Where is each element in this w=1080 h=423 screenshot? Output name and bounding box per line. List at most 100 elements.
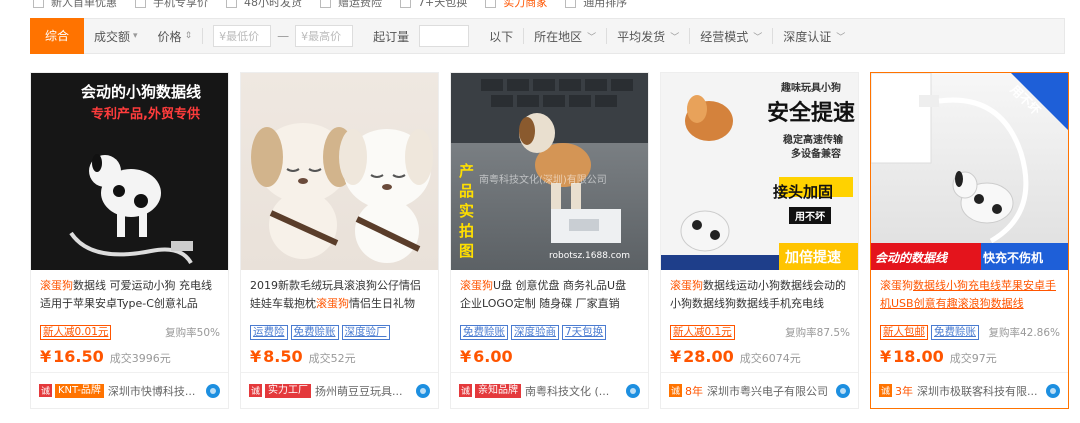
product-title[interactable]: 滚蛋狗数据线 可爱运动小狗 充电线适用于苹果安卓Type-C创意礼品: [31, 270, 228, 320]
product-title[interactable]: 2019新款毛绒玩具滚浪狗公仔情侣娃娃车载抱枕滚蛋狗情侣生日礼物: [241, 270, 438, 320]
filter-checkbox[interactable]: 赠运费险: [320, 0, 382, 10]
price-row: ¥16.50 成交3996元: [31, 340, 228, 366]
region-dropdown[interactable]: 所在地区 ﹀: [524, 19, 606, 53]
chevron-down-icon: ﹀: [753, 32, 763, 43]
tag-row: 新人减0.01元 复购率50%: [31, 320, 228, 340]
product-title[interactable]: 滚蛋狗U盘 创意优盘 商务礼品U盘 企业LOGO定制 随身碟 厂家直销: [451, 270, 648, 320]
chat-icon[interactable]: [206, 383, 220, 398]
repurchase-rate: 复购率50%: [165, 326, 220, 339]
checkbox-icon[interactable]: [320, 0, 331, 8]
checkbox-icon[interactable]: [135, 0, 146, 8]
sort-sales-label: 成交额: [94, 29, 131, 44]
moq-input[interactable]: [419, 25, 470, 47]
max-price-input[interactable]: ¥最高价: [295, 25, 354, 47]
image-headline: 安全提速: [767, 101, 856, 126]
chat-icon[interactable]: [416, 383, 430, 398]
repurchase-rate: 复购率42.86%: [988, 326, 1060, 339]
seller-name[interactable]: 扬州萌豆豆玩具...: [315, 383, 412, 399]
service-tag[interactable]: 免费赊账: [290, 324, 339, 340]
currency-symbol: ¥: [40, 347, 52, 366]
filter-checkbox[interactable]: 手机专享价: [135, 0, 208, 10]
promo-tag[interactable]: 新人减0.1元: [670, 324, 735, 340]
image-line1: 稳定高速传输: [783, 135, 843, 146]
brand-badge: KNT-品牌: [55, 383, 104, 398]
shipping-dropdown[interactable]: 平均发货 ﹀: [607, 19, 689, 53]
filter-checkbox[interactable]: 7+天包换: [400, 0, 467, 10]
image-mid-text: 接头加固: [773, 183, 834, 201]
product-card[interactable]: 会动的小狗数据线 专利产品,外贸专供 滚蛋狗数据线 可爱运动小狗 充电线适用于苹…: [30, 72, 229, 409]
filter-checkbox[interactable]: 48小时发货: [226, 0, 302, 10]
business-mode-dropdown[interactable]: 经营模式 ﹀: [690, 19, 772, 53]
sort-sales-tab[interactable]: 成交额 ▾: [84, 19, 148, 53]
checkbox-icon[interactable]: [565, 0, 577, 8]
service-tag[interactable]: 免费赊账: [931, 324, 979, 340]
chat-icon[interactable]: [1046, 383, 1060, 398]
repurchase-rate: 复购率87.5%: [785, 326, 850, 339]
product-image[interactable]: 用不坏 会动的数据线 快充不伤机: [871, 73, 1068, 270]
membership-years: 3年: [895, 384, 913, 398]
filter-label: 7+天包换: [418, 0, 468, 9]
product-image[interactable]: 趣味玩具小狗 安全提速 稳定高速传输 多设备兼容 接头加固 用不坏 加倍提速: [661, 73, 858, 270]
product-image[interactable]: 产品实拍图 南粤科技文化(深圳)有限公司 robotsz.1688.com: [451, 73, 648, 270]
promo-tag[interactable]: 新人减0.01元: [40, 324, 112, 340]
shipping-label: 平均发货: [617, 29, 666, 44]
brand-badge: 亲知品牌: [475, 383, 521, 398]
product-title[interactable]: 滚蛋狗数据线运动小狗数据线会动的小狗数据线狗数据线手机充电线: [661, 270, 858, 320]
price-row: ¥18.00 成交97元: [871, 340, 1068, 366]
checkbox-icon[interactable]: [485, 0, 497, 8]
seller-row[interactable]: 诚 亲知品牌 南粤科技文化 (...: [451, 372, 648, 408]
deal-amount: 成交97元: [949, 352, 997, 365]
auth-dropdown[interactable]: 深度认证 ﹀: [773, 19, 855, 53]
chevron-down-icon: ﹀: [587, 32, 597, 43]
product-image[interactable]: 会动的小狗数据线 专利产品,外贸专供: [31, 73, 228, 270]
min-price-input[interactable]: ¥最低价: [213, 25, 272, 47]
seller-name[interactable]: 南粤科技文化 (...: [525, 383, 622, 399]
seller-name[interactable]: 深圳市极联客科技有限...: [917, 383, 1042, 399]
service-tag[interactable]: 深度验厂: [341, 324, 390, 340]
product-card[interactable]: 产品实拍图 南粤科技文化(深圳)有限公司 robotsz.1688.com 滚蛋…: [450, 72, 649, 409]
plush-dogs-illustration: [251, 123, 433, 263]
service-tag[interactable]: 运费险: [250, 324, 288, 340]
service-tag[interactable]: 免费赊账: [460, 324, 508, 340]
price-range-separator: —: [277, 29, 290, 43]
currency-symbol: ¥: [670, 347, 682, 366]
tag-row: 免费赊账 深度验商 7天包换: [451, 320, 648, 340]
checkbox-icon[interactable]: [226, 0, 237, 8]
tag-row: 新人包邮 免费赊账 复购率42.86%: [871, 320, 1068, 340]
moq-label: 起订量: [373, 29, 410, 44]
seller-row[interactable]: 诚 8年 深圳市粤兴电子有限公司: [661, 372, 858, 408]
service-tag[interactable]: 7天包换: [562, 324, 607, 340]
sort-price-tab[interactable]: 价格 ⇕: [148, 19, 203, 53]
checkbox-icon[interactable]: [33, 0, 44, 8]
price-row: ¥28.00 成交6074元: [661, 340, 858, 366]
trust-icon: 诚: [249, 384, 262, 397]
seller-row[interactable]: 诚 KNT-品牌 深圳市快博科技...: [31, 372, 228, 408]
chat-icon[interactable]: [836, 383, 850, 398]
filter-label: 48小时发货: [244, 0, 302, 9]
deal-amount: 成交6074元: [739, 352, 801, 365]
filter-checkbox[interactable]: 通用排序: [565, 0, 627, 10]
promo-tag[interactable]: 新人包邮: [880, 324, 928, 340]
filter-checkbox[interactable]: 新人首单优惠: [33, 0, 117, 10]
filter-checkbox[interactable]: 实力商家: [485, 0, 547, 10]
seller-row[interactable]: 诚 3年 深圳市极联客科技有限...: [871, 372, 1068, 408]
deal-amount: 成交52元: [308, 352, 356, 365]
quick-filter-row: 新人首单优惠 手机专享价 48小时发货 赠运费险 7+天包换 实力商家 通用排序: [0, 0, 1080, 12]
trust-icon: 诚: [669, 384, 682, 397]
product-image[interactable]: [241, 73, 438, 270]
product-card[interactable]: 趣味玩具小狗 安全提速 稳定高速传输 多设备兼容 接头加固 用不坏 加倍提速 滚…: [660, 72, 859, 409]
product-card[interactable]: 2019新款毛绒玩具滚浪狗公仔情侣娃娃车载抱枕滚蛋狗情侣生日礼物 运费险 免费赊…: [240, 72, 439, 409]
seller-row[interactable]: 诚 实力工厂 扬州萌豆豆玩具...: [241, 372, 438, 408]
seller-name[interactable]: 深圳市快博科技...: [108, 383, 202, 399]
sort-default-tab[interactable]: 综合: [30, 17, 84, 54]
seller-name[interactable]: 深圳市粤兴电子有限公司: [707, 383, 832, 399]
image-watermark: 南粤科技文化(深圳)有限公司: [479, 175, 607, 186]
product-card[interactable]: 用不坏 会动的数据线 快充不伤机 滚蛋狗数据线小狗充电线苹果安卓手机USB创意有…: [870, 72, 1069, 409]
service-tag[interactable]: 深度验商: [511, 324, 559, 340]
filter-label: 通用排序: [583, 0, 628, 9]
chat-icon[interactable]: [626, 383, 640, 398]
checkbox-icon[interactable]: [400, 0, 411, 8]
price-value: 18.00: [893, 347, 944, 366]
product-title[interactable]: 滚蛋狗数据线小狗充电线苹果安卓手机USB创意有趣滚浪狗数据线: [871, 270, 1068, 320]
deal-amount: 成交3996元: [109, 352, 171, 365]
